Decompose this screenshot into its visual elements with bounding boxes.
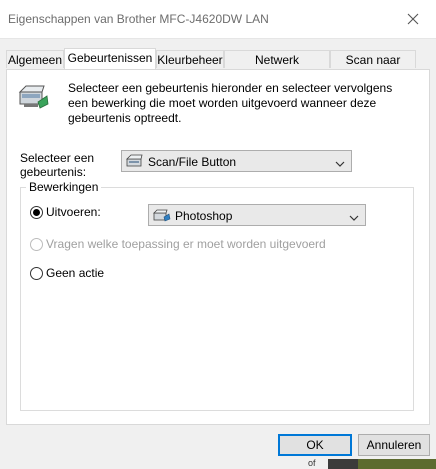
tab-network-settings[interactable]: Netwerk instellingen xyxy=(224,50,330,85)
photoshop-icon xyxy=(153,208,171,225)
run-radio[interactable] xyxy=(30,206,43,219)
ask-application-label: Vragen welke toepassing er moet worden u… xyxy=(46,237,326,251)
tab-events[interactable]: Gebeurtenissen xyxy=(64,48,156,69)
no-action-label: Geen actie xyxy=(46,266,105,280)
tab-label: Gebeurtenissen xyxy=(67,51,153,65)
title-bar: Eigenschappen van Brother MFC-J4620DW LA… xyxy=(0,0,436,39)
intro-text: Selecteer een gebeurtenis hieronder en s… xyxy=(68,81,393,125)
background-window-strip: of xyxy=(300,458,436,469)
event-select-value: Scan/File Button xyxy=(148,155,237,169)
tab-color-management[interactable]: Kleurbeheer xyxy=(156,50,224,68)
chevron-down-icon xyxy=(335,157,345,171)
chevron-down-icon xyxy=(349,211,359,225)
window-title: Eigenschappen van Brother MFC-J4620DW LA… xyxy=(8,12,269,26)
background-dark-area xyxy=(328,459,358,469)
tab-scan-to-button[interactable]: Scan naar Knop xyxy=(330,50,416,85)
scanner-icon xyxy=(18,82,50,112)
application-select-value: Photoshop xyxy=(175,209,233,223)
tab-label: Kleurbeheer xyxy=(157,53,223,67)
cancel-button[interactable]: Annuleren xyxy=(358,434,430,456)
tab-general[interactable]: Algemeen xyxy=(6,50,64,68)
close-icon xyxy=(407,13,419,25)
close-button[interactable] xyxy=(390,0,436,38)
ok-button[interactable]: OK xyxy=(278,434,352,456)
event-label: Selecteer een gebeurtenis: xyxy=(20,151,95,179)
run-label: Uitvoeren: xyxy=(46,205,101,219)
background-partial-text: of xyxy=(308,458,316,468)
actions-legend: Bewerkingen xyxy=(26,180,102,194)
ask-application-radio[interactable] xyxy=(30,238,43,251)
event-select[interactable]: Scan/File Button xyxy=(121,150,352,172)
application-select[interactable]: Photoshop xyxy=(148,204,366,226)
no-action-radio[interactable] xyxy=(30,267,43,280)
scanner-small-icon xyxy=(126,154,144,171)
tab-label: Algemeen xyxy=(7,53,63,67)
